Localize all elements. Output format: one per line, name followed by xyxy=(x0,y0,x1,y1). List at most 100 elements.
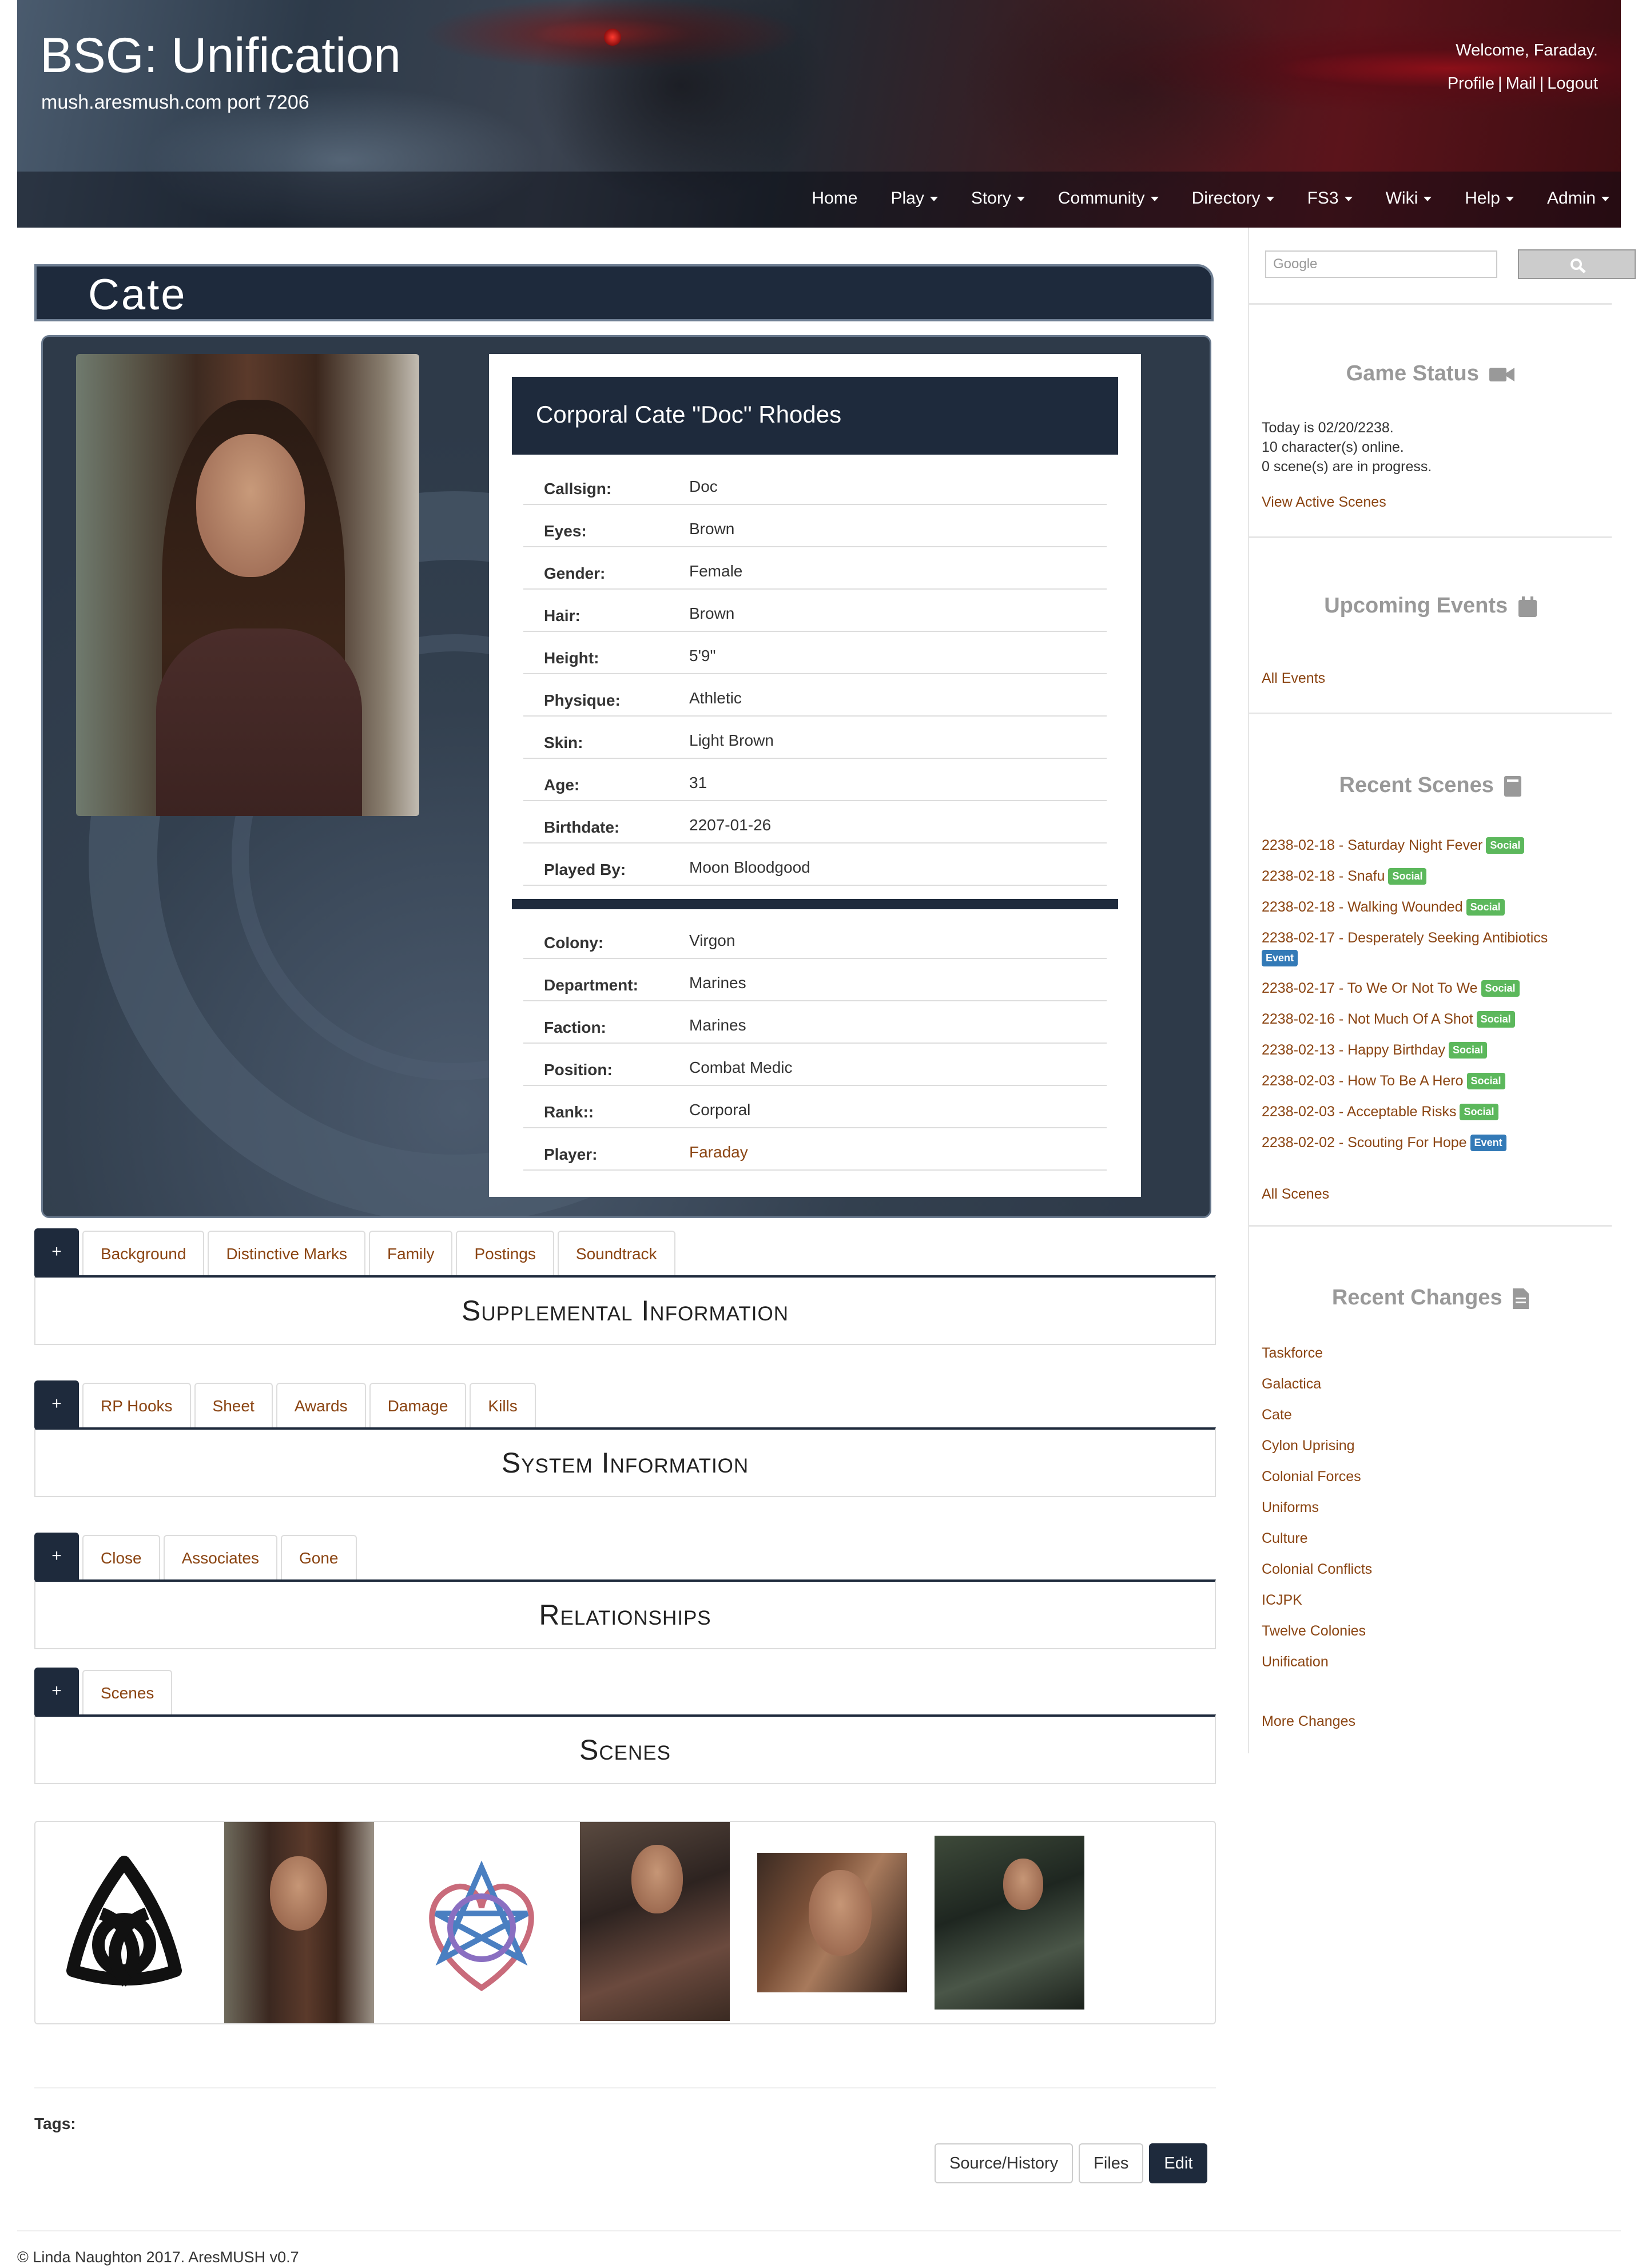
tab-rp-hooks[interactable]: RP Hooks xyxy=(82,1383,191,1427)
files-button[interactable]: Files xyxy=(1079,2143,1144,2183)
view-active-scenes-link[interactable]: View Active Scenes xyxy=(1262,494,1386,511)
gallery-thumb-combat-photo[interactable] xyxy=(935,1836,1084,2010)
edit-button[interactable]: Edit xyxy=(1149,2143,1208,2183)
site-title[interactable]: BSG: Unification xyxy=(40,27,401,84)
system-expand-button[interactable]: + xyxy=(34,1380,79,1427)
scene-type-badge: Social xyxy=(1476,1011,1515,1028)
gallery-thumb-heart-knot[interactable] xyxy=(407,1845,556,2005)
character-full-name: Corporal Cate "Doc" Rhodes xyxy=(536,401,842,428)
recent-change-link[interactable]: Twelve Colonies xyxy=(1262,1623,1366,1640)
recent-scene-item[interactable]: 2238-02-03 - How To Be A Hero Social xyxy=(1262,1073,1505,1089)
scene-type-badge: Social xyxy=(1449,1042,1488,1059)
search-button[interactable] xyxy=(1518,249,1636,279)
stat-value: Female xyxy=(689,562,743,580)
tab-gone[interactable]: Gone xyxy=(281,1535,357,1579)
recent-scene-title: 2238-02-03 - Acceptable Risks xyxy=(1262,1104,1457,1120)
recent-scene-item[interactable]: 2238-02-16 - Not Much Of A Shot Social xyxy=(1262,1011,1515,1028)
recent-scene-item[interactable]: 2238-02-17 - Desperately Seeking Antibio… xyxy=(1262,930,1548,966)
recent-change-link[interactable]: Colonial Forces xyxy=(1262,1469,1361,1485)
calendar-icon xyxy=(1518,596,1537,617)
nav-story[interactable]: Story xyxy=(971,189,1025,208)
tab-associates[interactable]: Associates xyxy=(163,1535,277,1579)
nav-help[interactable]: Help xyxy=(1465,189,1514,208)
recent-scene-title: 2238-02-17 - To We Or Not To We xyxy=(1262,980,1478,996)
tab-damage[interactable]: Damage xyxy=(369,1383,467,1427)
recent-change-link[interactable]: Colonial Conflicts xyxy=(1262,1561,1372,1578)
recent-change-link[interactable]: Galactica xyxy=(1262,1376,1321,1392)
tab-kills[interactable]: Kills xyxy=(470,1383,536,1427)
caret-down-icon xyxy=(1344,197,1353,202)
tab-postings[interactable]: Postings xyxy=(456,1231,554,1275)
nav-fs3[interactable]: FS3 xyxy=(1307,189,1353,208)
stat-row: Department: Marines xyxy=(523,959,1107,1001)
stat-label: Colony: xyxy=(544,934,604,952)
nav-wiki[interactable]: Wiki xyxy=(1386,189,1432,208)
caret-down-icon xyxy=(1016,197,1025,202)
supplemental-expand-button[interactable]: + xyxy=(34,1228,79,1275)
stat-label: Hair: xyxy=(544,607,581,624)
mail-link[interactable]: Mail xyxy=(1506,74,1536,93)
scene-type-badge: Social xyxy=(1388,868,1427,885)
recent-change-link[interactable]: ICJPK xyxy=(1262,1592,1302,1609)
tab-family[interactable]: Family xyxy=(369,1231,453,1275)
nav-directory[interactable]: Directory xyxy=(1192,189,1274,208)
stat-label: Played By: xyxy=(544,861,626,878)
search-icon xyxy=(1571,258,1586,273)
divider xyxy=(34,2087,1216,2088)
nav-admin[interactable]: Admin xyxy=(1547,189,1609,208)
tab-background[interactable]: Background xyxy=(82,1231,205,1275)
recent-change-link[interactable]: Culture xyxy=(1262,1530,1308,1547)
all-scenes-link[interactable]: All Scenes xyxy=(1262,1186,1329,1203)
all-events-link[interactable]: All Events xyxy=(1262,670,1325,687)
recent-change-link[interactable]: Cylon Uprising xyxy=(1262,1438,1355,1454)
divider xyxy=(17,2230,1621,2231)
recent-change-link[interactable]: Uniforms xyxy=(1262,1499,1319,1516)
gallery-thumb-portrait[interactable] xyxy=(224,1822,374,2023)
stat-row: Rank:: Corporal xyxy=(523,1086,1107,1128)
page-actions: Source/History Files Edit xyxy=(935,2143,1213,2183)
recent-scene-item[interactable]: 2238-02-17 - To We Or Not To We Social xyxy=(1262,980,1520,997)
recent-scene-item[interactable]: 2238-02-18 - Saturday Night Fever Social xyxy=(1262,837,1525,854)
profile-link[interactable]: Profile xyxy=(1448,74,1494,93)
recent-change-link[interactable]: Unification xyxy=(1262,1654,1329,1670)
nav-community[interactable]: Community xyxy=(1058,189,1159,208)
tab-sheet[interactable]: Sheet xyxy=(194,1383,273,1427)
more-changes-link[interactable]: More Changes xyxy=(1262,1713,1355,1730)
tab-soundtrack[interactable]: Soundtrack xyxy=(557,1231,675,1275)
game-status-online: 10 character(s) online. xyxy=(1262,439,1404,455)
gallery-thumb-triquetra-knot[interactable] xyxy=(47,1845,201,2005)
recent-change-link[interactable]: Taskforce xyxy=(1262,1345,1323,1362)
tab-awards[interactable]: Awards xyxy=(276,1383,366,1427)
nav-play[interactable]: Play xyxy=(890,189,938,208)
logout-link[interactable]: Logout xyxy=(1547,74,1598,93)
tab-distinctive-marks[interactable]: Distinctive Marks xyxy=(208,1231,366,1275)
site-header: BSG: Unification mush.aresmush.com port … xyxy=(17,0,1621,228)
recent-scene-title: 2238-02-16 - Not Much Of A Shot xyxy=(1262,1011,1473,1027)
recent-scene-item[interactable]: 2238-02-13 - Happy Birthday Social xyxy=(1262,1042,1488,1059)
gallery-thumb-headshot[interactable] xyxy=(757,1853,907,1992)
recent-change-link[interactable]: Cate xyxy=(1262,1407,1292,1423)
stats-divider xyxy=(512,899,1118,909)
source-history-button[interactable]: Source/History xyxy=(935,2143,1074,2183)
recent-scene-item[interactable]: 2238-02-18 - Walking Wounded Social xyxy=(1262,899,1505,916)
caret-down-icon xyxy=(1150,197,1159,202)
tab-scenes[interactable]: Scenes xyxy=(82,1670,173,1714)
scenes-expand-button[interactable]: + xyxy=(34,1668,79,1714)
gallery-thumb-medic-photo[interactable] xyxy=(580,1822,730,2021)
stat-label: Position: xyxy=(544,1061,613,1079)
stat-value: Athletic xyxy=(689,689,742,707)
stat-row: Eyes: Brown xyxy=(523,505,1107,547)
search-input[interactable]: Google xyxy=(1265,250,1497,278)
relationships-tabs: + Close Associates Gone xyxy=(34,1533,360,1579)
stat-row: Played By: Moon Bloodgood xyxy=(523,843,1107,886)
relationships-expand-button[interactable]: + xyxy=(34,1533,79,1579)
system-tabs: + RP Hooks Sheet Awards Damage Kills xyxy=(34,1380,539,1427)
nav-home[interactable]: Home xyxy=(812,189,857,208)
stat-row: Skin: Light Brown xyxy=(523,717,1107,759)
recent-scene-item[interactable]: 2238-02-02 - Scouting For Hope Event xyxy=(1262,1135,1506,1151)
recent-scene-item[interactable]: 2238-02-18 - Snafu Social xyxy=(1262,868,1427,885)
recent-scene-item[interactable]: 2238-02-03 - Acceptable Risks Social xyxy=(1262,1104,1498,1120)
tab-close[interactable]: Close xyxy=(82,1535,160,1579)
player-link[interactable]: Faraday xyxy=(689,1143,748,1161)
stat-value: 31 xyxy=(689,774,707,791)
